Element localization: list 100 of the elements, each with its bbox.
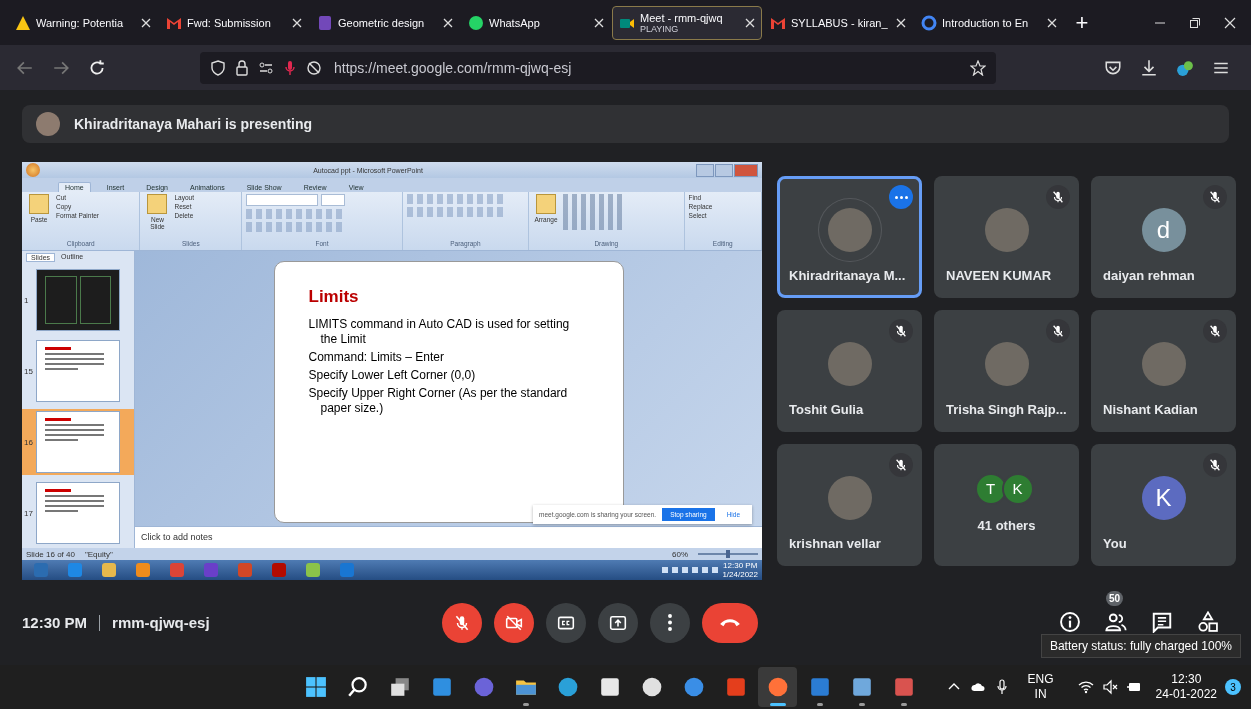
address-bar[interactable]: https://meet.google.com/rmm-qjwq-esj bbox=[200, 51, 996, 84]
participant-name: Toshit Gulia bbox=[788, 402, 865, 419]
presenting-text: Khiradritanaya Mahari is presenting bbox=[74, 116, 313, 132]
slide-number: 17 bbox=[24, 508, 34, 518]
close-icon[interactable] bbox=[745, 17, 755, 28]
slide-thumbnail[interactable] bbox=[36, 411, 120, 473]
taskbar-clock[interactable]: 12:30 24-01-2022 bbox=[1155, 672, 1217, 702]
restore-icon[interactable] bbox=[1189, 16, 1201, 29]
slide-text: LIMITS command in Auto CAD is used for setting the Limit bbox=[308, 317, 571, 347]
extension-icon[interactable] bbox=[1176, 58, 1194, 77]
tab-title: Meet - rmm-qjwq bbox=[640, 11, 724, 24]
slide-thumbnail-row[interactable]: 17 bbox=[22, 480, 134, 546]
participant-name: 41 others bbox=[976, 518, 1037, 535]
slide-text: Command: Limits – Enter bbox=[308, 350, 445, 365]
slide-thumbnail-row[interactable]: 1 bbox=[22, 267, 134, 333]
tab-title: WhatsApp bbox=[489, 16, 541, 29]
warning-icon bbox=[15, 14, 31, 31]
tab-title: Geometric design bbox=[338, 16, 426, 29]
avatar-photo-placeholder bbox=[36, 112, 60, 136]
participant-name: NAVEEN KUMAR bbox=[945, 268, 1053, 285]
tab-title: Warning: Potentia bbox=[36, 16, 125, 29]
browser-tab[interactable]: Warning: Potentia bbox=[8, 5, 158, 40]
present-screen-button[interactable] bbox=[598, 602, 638, 643]
close-icon[interactable] bbox=[292, 17, 302, 28]
speaker-muted-icon bbox=[1101, 679, 1118, 695]
meeting-code: rmm-qjwq-esj bbox=[112, 614, 210, 631]
notes-field[interactable]: Click to add notes bbox=[135, 526, 762, 548]
microphone-off-icon bbox=[453, 613, 471, 632]
tooltip: Battery status: fully charged 100% bbox=[1040, 634, 1241, 658]
shield-icon[interactable] bbox=[210, 59, 226, 76]
browser-tab[interactable]: Geometric design bbox=[310, 5, 460, 40]
browser-tab[interactable]: SYLLABUS - kiran_ bbox=[763, 5, 913, 40]
close-icon[interactable] bbox=[141, 17, 151, 28]
notification-badge[interactable]: 3 bbox=[1225, 679, 1241, 695]
tab-title: Introduction to En bbox=[942, 16, 1030, 29]
camera-off-icon[interactable] bbox=[306, 59, 322, 76]
shapes-icon bbox=[1197, 610, 1219, 633]
clock-date: 1/24/2022 bbox=[722, 570, 758, 579]
microphone-button[interactable] bbox=[442, 602, 482, 643]
status-text: "Equity" bbox=[84, 549, 113, 559]
tab-audio-status: PLAYING bbox=[640, 23, 679, 34]
participant-name: Trisha Singh Rajp... bbox=[945, 402, 1068, 419]
browser-tab[interactable]: Fwd: Submission bbox=[159, 5, 309, 40]
slide-thumbnail[interactable] bbox=[36, 269, 120, 331]
slide-text: Specify Lower Left Corner (0,0) bbox=[308, 368, 477, 383]
tab-title: Fwd: Submission bbox=[187, 16, 272, 29]
task-view-icon bbox=[388, 676, 411, 698]
close-icon[interactable] bbox=[896, 17, 906, 28]
slide-thumbnail[interactable] bbox=[36, 482, 120, 544]
slide-title: Limits bbox=[308, 287, 360, 307]
info-icon bbox=[1059, 610, 1081, 633]
clock-time: 12:30 PM bbox=[723, 561, 758, 570]
status-text: Slide 16 of 40 bbox=[26, 549, 75, 559]
participant-name: You bbox=[1102, 536, 1128, 553]
participant-name: krishnan vellar bbox=[788, 536, 882, 553]
office-button-icon bbox=[26, 163, 40, 177]
zoom-level: 60% bbox=[672, 549, 688, 559]
leave-call-button[interactable] bbox=[702, 602, 758, 643]
slide-number: 15 bbox=[24, 366, 34, 376]
new-tab-button[interactable]: + bbox=[1065, 8, 1099, 37]
close-icon[interactable] bbox=[1047, 17, 1057, 28]
zoom-slider-thumb[interactable] bbox=[726, 550, 730, 558]
bookmark-star-icon[interactable] bbox=[970, 59, 986, 76]
input-language[interactable]: ENG IN bbox=[1027, 672, 1054, 702]
slide-thumbnail-row[interactable]: 15 bbox=[22, 338, 134, 404]
camera-button[interactable] bbox=[494, 602, 534, 643]
vertical-dots-icon bbox=[668, 614, 672, 631]
slide-thumbnail[interactable] bbox=[36, 340, 120, 402]
participant-name: Nishant Kadian bbox=[1102, 402, 1199, 419]
reload-icon[interactable] bbox=[88, 58, 106, 77]
close-icon[interactable] bbox=[443, 17, 453, 28]
more-options-button[interactable] bbox=[889, 185, 913, 209]
more-options-button[interactable] bbox=[650, 602, 690, 643]
avatar-initial: K bbox=[1141, 475, 1186, 520]
present-screen-icon bbox=[609, 613, 627, 632]
avatar-initial: K bbox=[1001, 472, 1034, 505]
browser-tab[interactable]: WhatsApp bbox=[461, 5, 611, 40]
download-icon[interactable] bbox=[1140, 58, 1158, 77]
slide-thumbnail-row[interactable]: 16 bbox=[22, 409, 134, 475]
captions-button[interactable] bbox=[546, 602, 586, 643]
video-camera-off-icon bbox=[505, 613, 523, 632]
system-tray-icons-drawing bbox=[662, 567, 719, 573]
permissions-icon[interactable] bbox=[258, 59, 274, 76]
participant-name: Khiradritanaya M... bbox=[788, 268, 907, 285]
avatar-initial: T bbox=[974, 472, 1007, 505]
close-icon[interactable] bbox=[594, 17, 604, 28]
participant-name: daiyan rehman bbox=[1102, 268, 1196, 285]
browser-tab[interactable]: Meet - rmm-qjwq PLAYING bbox=[612, 5, 762, 40]
shapes-gallery-drawing bbox=[563, 194, 623, 230]
search-icon bbox=[346, 676, 369, 698]
close-icon[interactable] bbox=[1224, 16, 1236, 29]
slide-number: 16 bbox=[24, 437, 34, 447]
lock-icon[interactable] bbox=[234, 59, 250, 76]
wifi-icon bbox=[1077, 679, 1094, 695]
activities-button[interactable] bbox=[1195, 608, 1221, 635]
slide-number: 1 bbox=[24, 295, 30, 305]
browser-tab[interactable]: Introduction to En bbox=[914, 5, 1064, 40]
slide-text: Specify Upper Right Corner (As per the standard paper size.) bbox=[308, 386, 569, 416]
url-text: https://meet.google.com/rmm-qjwq-esj bbox=[334, 59, 573, 76]
participant-count-badge: 50 bbox=[1106, 590, 1124, 606]
